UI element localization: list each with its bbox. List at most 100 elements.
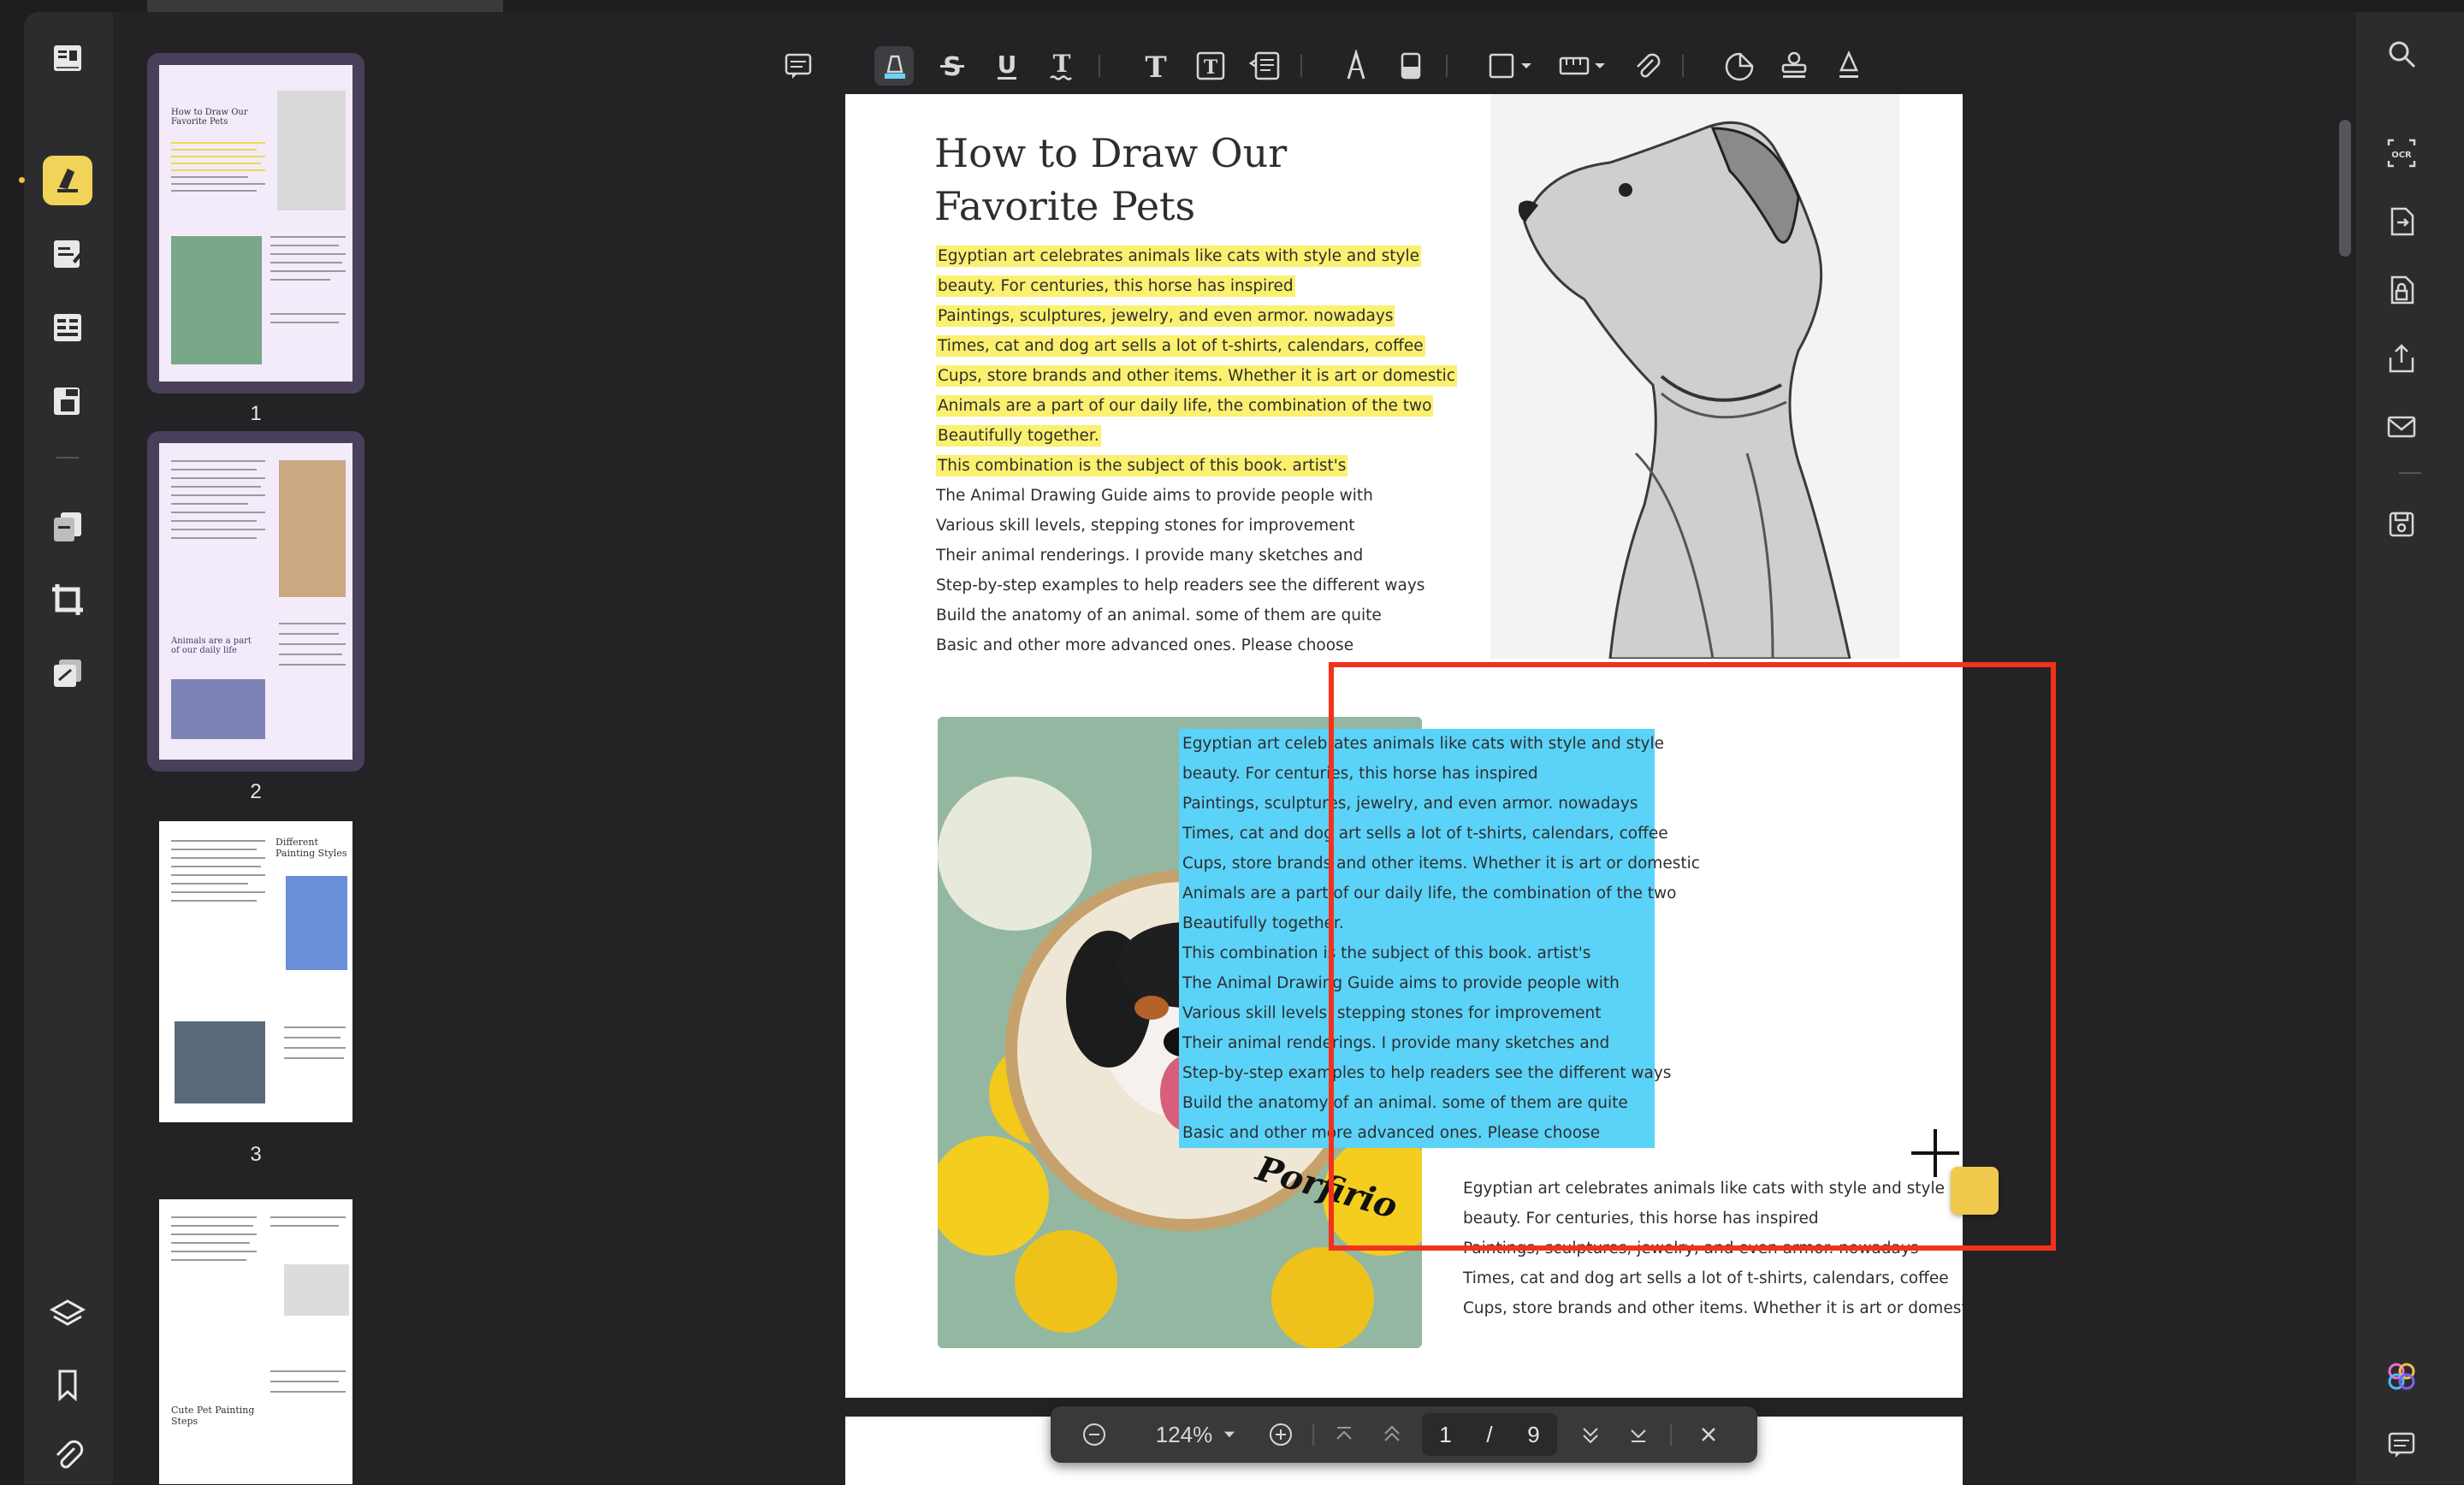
thumbnail-heading: How to Draw Our Favorite Pets: [171, 108, 248, 127]
thumbnail-image: Different Painting Styles: [159, 821, 352, 1122]
text-line: Build the anatomy of an animal. some of …: [936, 606, 1382, 624]
attachment-icon[interactable]: [1627, 46, 1667, 86]
text-line: Times, cat and dog art sells a lot of t-…: [1463, 1269, 1949, 1287]
form-icon[interactable]: [43, 303, 92, 352]
bookmark-icon[interactable]: [43, 1360, 92, 1410]
body-paragraph[interactable]: The Animal Drawing Guide aims to provide…: [936, 481, 1424, 660]
current-page: 1: [1439, 1421, 1452, 1447]
thumbnail-page-1[interactable]: How to Draw Our Favorite Pets 1: [147, 53, 364, 425]
zoom-navigation-bar: 124% 1 / 9: [1051, 1406, 1757, 1463]
comment-icon[interactable]: [779, 46, 818, 86]
svg-text:OCR: OCR: [2391, 151, 2412, 160]
protect-icon[interactable]: [2382, 270, 2421, 310]
search-icon[interactable]: [2382, 34, 2421, 74]
text-line: Their animal renderings. I provide many …: [936, 547, 1364, 565]
crop-icon[interactable]: [43, 575, 92, 624]
previous-page-icon[interactable]: [1372, 1415, 1412, 1454]
left-tool-rail: [19, 12, 113, 1484]
highlighted-paragraph[interactable]: Egyptian art celebrates animals like cat…: [936, 241, 1457, 481]
zoom-out-icon[interactable]: [1075, 1415, 1114, 1454]
text-callout-icon[interactable]: [1246, 46, 1285, 86]
strikethrough-icon[interactable]: S: [933, 46, 972, 86]
text-icon[interactable]: T: [1136, 46, 1176, 86]
sticker-icon[interactable]: [1720, 46, 1759, 86]
pencil-icon[interactable]: [1336, 46, 1376, 86]
eraser-icon[interactable]: [1391, 46, 1430, 86]
organize-pages-icon[interactable]: [43, 501, 92, 551]
zoom-level-value: 124%: [1155, 1421, 1213, 1447]
close-icon[interactable]: [1689, 1415, 1728, 1454]
highlighted-text-line: Cups, store brands and other items. Whet…: [936, 365, 1457, 387]
svg-text:T: T: [1053, 50, 1071, 78]
thumbnail-number: 1: [250, 402, 262, 425]
attachment-panel-icon[interactable]: [43, 1430, 92, 1480]
toolbar-separator: [1099, 55, 1100, 77]
svg-text:T: T: [1204, 56, 1218, 79]
toolbar-separator: [1446, 55, 1448, 77]
rail-separator: [2399, 472, 2421, 474]
highlighted-text-line: This combination is the subject of this …: [936, 455, 1348, 476]
right-tool-rail: OCR: [2356, 12, 2464, 1484]
squiggly-underline-icon[interactable]: T: [1042, 46, 1081, 86]
thumbnail-page-3[interactable]: Different Painting Styles 3: [147, 809, 364, 1166]
stamp-icon[interactable]: [1774, 46, 1814, 86]
thumbnail-heading: Animals are a part of our daily life: [171, 636, 252, 655]
text-line: The Animal Drawing Guide aims to provide…: [936, 487, 1373, 505]
edit-pdf-icon[interactable]: [43, 229, 92, 279]
highlighted-text-line: Beautifully together.: [936, 425, 1101, 447]
svg-text:T: T: [1145, 50, 1166, 82]
save-icon[interactable]: [2382, 505, 2421, 544]
page-number-input[interactable]: 1 / 9: [1422, 1413, 1557, 1456]
thumbnail-number: 2: [250, 780, 262, 803]
text-box-icon[interactable]: T: [1191, 46, 1230, 86]
zoom-bar-separator: [1312, 1423, 1314, 1446]
ocr-icon[interactable]: OCR: [2382, 133, 2421, 173]
zoom-in-icon[interactable]: [1261, 1415, 1300, 1454]
thumbnail-page-2[interactable]: Animals are a part of our daily life 2: [147, 431, 364, 803]
chevron-down-icon: [1224, 1431, 1235, 1438]
thumbnail-image: How to Draw Our Favorite Pets: [159, 65, 352, 382]
ai-assistant-icon[interactable]: [2382, 1357, 2421, 1396]
share-icon[interactable]: [2382, 339, 2421, 378]
rail-separator: [56, 67, 79, 68]
thumbnail-panel-header: [147, 0, 503, 12]
reader-icon[interactable]: [43, 34, 92, 84]
svg-text:U: U: [998, 50, 1017, 79]
rail-separator: [56, 457, 79, 459]
total-pages: 9: [1527, 1421, 1540, 1447]
document-scrollbar[interactable]: [2339, 120, 2351, 257]
shape-icon[interactable]: [1484, 46, 1540, 86]
comment-mode-icon[interactable]: [43, 156, 92, 205]
thumbnail-panel: How to Draw Our Favorite Pets 1 Animals …: [113, 12, 419, 1484]
layers-icon[interactable]: [43, 1290, 92, 1340]
fill-sign-icon[interactable]: [43, 376, 92, 426]
signature-icon[interactable]: [1829, 46, 1869, 86]
next-page-icon[interactable]: [1571, 1415, 1610, 1454]
zoom-level-select[interactable]: 124%: [1133, 1415, 1261, 1454]
text-line: Cups, store brands and other items. Whet…: [1463, 1299, 1963, 1317]
crosshair-cursor-icon: [1911, 1129, 1959, 1177]
comments-panel-icon[interactable]: [2382, 1425, 2421, 1464]
thumbnail-number: 3: [250, 1143, 262, 1166]
highlighted-text-line: beauty. For centuries, this horse has in…: [936, 275, 1295, 297]
page-title-line: Favorite Pets: [934, 183, 1196, 229]
highlighted-text-line: Egyptian art celebrates animals like cat…: [936, 246, 1421, 267]
measure-icon[interactable]: [1555, 46, 1612, 86]
convert-icon[interactable]: [2382, 202, 2421, 241]
thumbnail-image: Animals are a part of our daily life: [159, 443, 352, 760]
underline-icon[interactable]: U: [987, 46, 1027, 86]
thumbnail-page-4[interactable]: Cute Pet Painting Steps: [147, 1187, 364, 1484]
highlighted-text-line: Animals are a part of our daily life, th…: [936, 395, 1434, 417]
page-title-line: How to Draw Our: [934, 130, 1288, 176]
highlight-icon[interactable]: [874, 46, 914, 86]
active-mode-dot: [19, 177, 25, 183]
highlighted-text-line: Paintings, sculptures, jewelry, and even…: [936, 305, 1395, 327]
text-line: Step-by-step examples to help readers se…: [936, 577, 1425, 595]
first-page-icon[interactable]: [1324, 1415, 1364, 1454]
compress-icon[interactable]: [43, 648, 92, 698]
zoom-bar-separator: [1670, 1423, 1672, 1446]
page-separator: /: [1486, 1421, 1493, 1447]
last-page-icon[interactable]: [1619, 1415, 1658, 1454]
email-icon[interactable]: [2382, 407, 2421, 447]
highlighted-text-line: Times, cat and dog art sells a lot of t-…: [936, 335, 1425, 357]
